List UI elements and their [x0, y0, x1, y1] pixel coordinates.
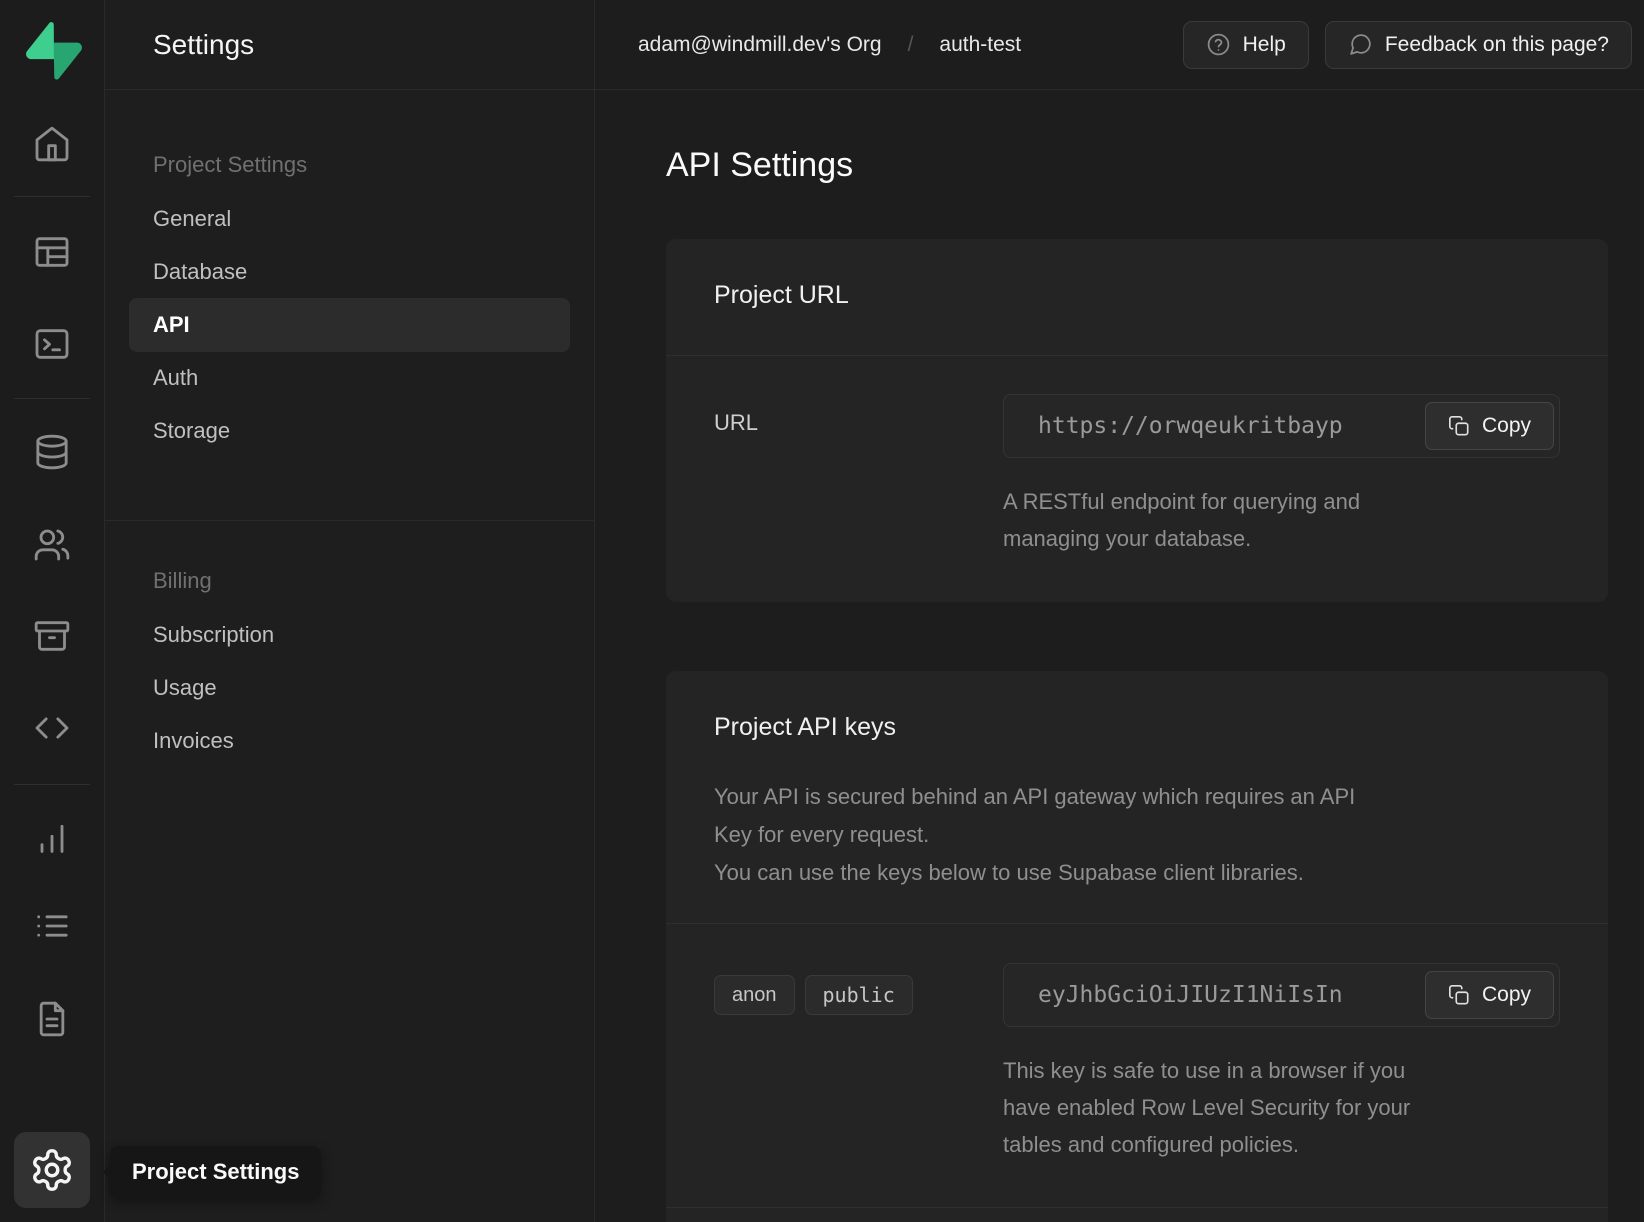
- icon-rail: [0, 0, 105, 1222]
- url-field-label: URL: [714, 394, 1003, 557]
- settings-nav: Settings Project Settings General Databa…: [105, 0, 595, 1222]
- api-keys-card-title: Project API keys: [714, 713, 1560, 742]
- supabase-logo-icon[interactable]: [26, 22, 82, 80]
- anon-badge: anon: [714, 975, 795, 1015]
- nav-item-auth[interactable]: Auth: [129, 351, 570, 405]
- api-keys-card-intro: Your API is secured behind an API gatewa…: [714, 778, 1560, 892]
- public-badge: public: [805, 975, 913, 1015]
- rail-divider: [14, 784, 90, 785]
- nav-section-project-settings: Project Settings: [153, 152, 307, 178]
- nav-item-invoices[interactable]: Invoices: [129, 714, 570, 768]
- copy-url-button[interactable]: Copy: [1425, 402, 1554, 450]
- auth-users-icon[interactable]: [28, 520, 76, 568]
- copy-icon: [1448, 415, 1470, 437]
- storage-archive-icon[interactable]: [28, 612, 76, 660]
- copy-button-label: Copy: [1482, 983, 1531, 1007]
- card-divider: [666, 355, 1608, 356]
- project-settings-gear-icon[interactable]: [14, 1132, 90, 1208]
- database-icon[interactable]: [28, 428, 76, 476]
- main-area: adam@windmill.dev's Org / auth-test Help…: [595, 0, 1644, 1222]
- reports-chart-icon[interactable]: [28, 814, 76, 862]
- project-url-description: A RESTful endpoint for querying and mana…: [1003, 483, 1560, 557]
- nav-item-storage[interactable]: Storage: [129, 404, 570, 458]
- card-divider: [666, 923, 1608, 924]
- nav-item-subscription[interactable]: Subscription: [129, 608, 570, 662]
- breadcrumb-separator: /: [908, 33, 914, 57]
- copy-icon: [1448, 984, 1470, 1006]
- anon-key-value: eyJhbGciOiJIUzI1NiIsIn: [1038, 982, 1343, 1008]
- supabase-dashboard: Project Settings Settings Project Settin…: [0, 0, 1644, 1222]
- key-badges: anon public: [714, 963, 1003, 1163]
- copy-anon-key-button[interactable]: Copy: [1425, 971, 1554, 1019]
- anon-key-description: This key is safe to use in a browser if …: [1003, 1052, 1560, 1163]
- copy-button-label: Copy: [1482, 414, 1531, 438]
- feedback-button[interactable]: Feedback on this page?: [1325, 21, 1632, 69]
- home-icon[interactable]: [28, 120, 76, 168]
- breadcrumb-project[interactable]: auth-test: [939, 33, 1021, 57]
- page-title: API Settings: [666, 146, 853, 185]
- project-url-value: https://orwqeukritbayp: [1038, 413, 1343, 439]
- nav-item-general[interactable]: General: [129, 192, 570, 246]
- card-divider: [666, 1207, 1608, 1208]
- project-api-keys-card: Project API keys Your API is secured beh…: [666, 671, 1608, 1222]
- project-url-card: Project URL URL https://orwqeukritbayp C…: [666, 239, 1608, 602]
- sql-editor-icon[interactable]: [28, 320, 76, 368]
- project-url-card-title: Project URL: [714, 281, 1560, 310]
- feedback-button-label: Feedback on this page?: [1385, 33, 1609, 57]
- help-button[interactable]: Help: [1183, 21, 1309, 69]
- docs-file-icon[interactable]: [28, 995, 76, 1043]
- nav-item-api[interactable]: API: [129, 298, 570, 352]
- settings-nav-header: Settings: [105, 0, 594, 90]
- settings-nav-title: Settings: [153, 29, 254, 61]
- table-editor-icon[interactable]: [28, 228, 76, 276]
- help-button-label: Help: [1243, 33, 1286, 57]
- rail-divider: [14, 196, 90, 197]
- breadcrumb-org[interactable]: adam@windmill.dev's Org: [638, 33, 882, 57]
- nav-item-usage[interactable]: Usage: [129, 661, 570, 715]
- nav-divider: [105, 520, 594, 521]
- nav-item-database[interactable]: Database: [129, 245, 570, 299]
- project-settings-tooltip: Project Settings: [110, 1146, 321, 1198]
- nav-section-billing: Billing: [153, 568, 212, 594]
- anon-key-input[interactable]: eyJhbGciOiJIUzI1NiIsIn Copy: [1003, 963, 1560, 1027]
- main-header: adam@windmill.dev's Org / auth-test Help…: [595, 0, 1644, 90]
- project-url-input[interactable]: https://orwqeukritbayp Copy: [1003, 394, 1560, 458]
- api-code-icon[interactable]: [28, 704, 76, 752]
- help-circle-icon: [1206, 32, 1231, 57]
- rail-divider: [14, 398, 90, 399]
- logs-list-icon[interactable]: [28, 902, 76, 950]
- feedback-bubble-icon: [1348, 32, 1373, 57]
